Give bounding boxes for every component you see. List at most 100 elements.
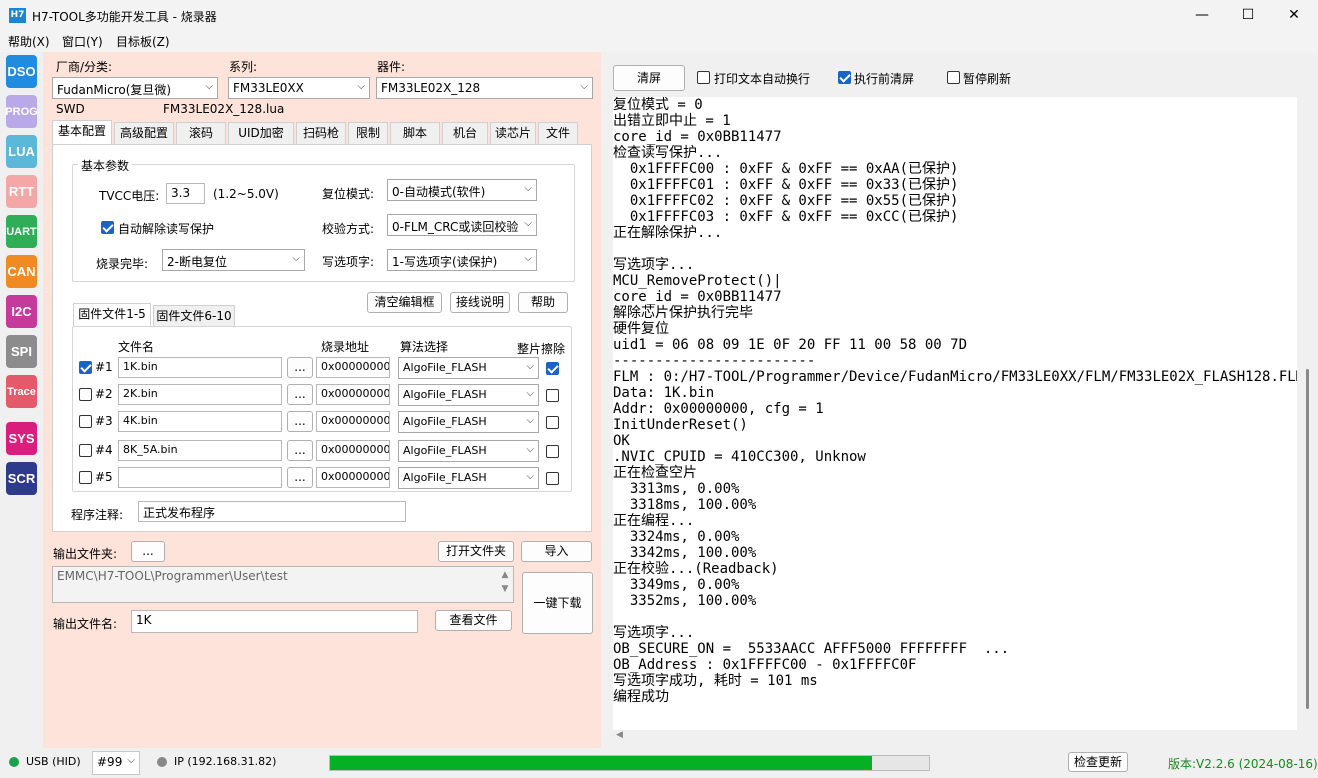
sidebar-i2c-button[interactable]: I2C [6, 295, 37, 328]
tab-scanner[interactable]: 扫码枪 [296, 122, 346, 144]
wiring-button[interactable]: 接线说明 [450, 292, 510, 313]
port-select[interactable]: #99 ⌵ [92, 751, 140, 775]
menu-target[interactable]: 目标板(Z) [116, 33, 170, 50]
file-address-input[interactable]: 0x00000000 [316, 411, 390, 432]
clear-before-checkbox[interactable] [838, 71, 851, 84]
log-hscrollbar[interactable]: ◀ [613, 730, 1297, 743]
algo-select[interactable]: AlgoFile_FLASH ⌵ [398, 467, 539, 489]
chip-erase-checkbox[interactable] [546, 416, 559, 429]
file-name-input[interactable]: 4K.bin [118, 411, 282, 432]
file-name-input[interactable]: 1K.bin [118, 357, 282, 378]
note-input[interactable]: 正式发布程序 [138, 501, 406, 522]
tab-firmware-1-5[interactable]: 固件文件1-5 [73, 303, 151, 327]
sidebar-trace-button[interactable]: Trace [6, 375, 37, 408]
output-folder-browse-button[interactable]: ... [131, 541, 165, 562]
file-name-input[interactable] [118, 467, 282, 488]
algo-select[interactable]: AlgoFile_FLASH ⌵ [398, 411, 539, 433]
file-browse-button[interactable]: ... [287, 357, 313, 378]
file-enable-checkbox[interactable] [79, 471, 92, 484]
file-name-input[interactable]: 2K.bin [118, 384, 282, 405]
sidebar-spi-button[interactable]: SPI [6, 335, 37, 368]
ip-status-dot [157, 757, 167, 767]
help-button[interactable]: 帮助 [518, 292, 568, 313]
chevron-down-icon: ⌵ [526, 444, 534, 455]
clear-screen-button[interactable]: 清屏 [613, 65, 685, 91]
view-file-button[interactable]: 查看文件 [435, 610, 512, 631]
file-browse-button[interactable]: ... [287, 440, 313, 461]
tvcc-input[interactable]: 3.3 [166, 183, 205, 204]
sidebar-can-button[interactable]: CAN [6, 255, 37, 288]
device-select[interactable]: FM33LE02X_128 ⌵ [376, 77, 593, 99]
pause-refresh-checkbox[interactable] [947, 71, 960, 84]
file-enable-checkbox[interactable] [79, 415, 92, 428]
series-select[interactable]: FM33LE0XX ⌵ [228, 77, 370, 99]
log-line: 3324ms, 0.00% [613, 529, 740, 545]
auto-unprotect-checkbox[interactable] [101, 221, 114, 234]
chip-erase-checkbox[interactable] [546, 472, 559, 485]
file-address-input[interactable]: 0x00000000 [316, 384, 390, 405]
tab-file[interactable]: 文件 [538, 122, 578, 144]
close-button[interactable]: ✕ [1271, 0, 1317, 30]
log-output[interactable]: 复位模式 = 0 出错立即中止 = 1 core_id = 0x0BB11477 检查… [613, 97, 1297, 730]
scroll-up-icon[interactable]: ▲ [502, 570, 509, 580]
tab-read-chip[interactable]: 读芯片 [490, 122, 536, 144]
vendor-select[interactable]: FudanMicro(复旦微) ⌵ [52, 77, 218, 99]
log-scroll-thumb[interactable] [1306, 369, 1309, 709]
scroll-left-icon[interactable]: ◀ [616, 730, 623, 740]
sidebar-scr-button[interactable]: SCR [6, 462, 37, 495]
auto-wrap-checkbox[interactable] [697, 71, 710, 84]
sidebar-rtt-button[interactable]: RTT [6, 175, 37, 208]
file-browse-button[interactable]: ... [287, 467, 313, 488]
auto-unprotect-label: 自动解除读写保护 [118, 222, 215, 236]
file-address-input[interactable]: 0x00000000 [316, 467, 390, 488]
tab-limit[interactable]: 限制 [348, 122, 388, 144]
finish-select[interactable]: 2-断电复位 ⌵ [162, 249, 305, 271]
tab-advanced[interactable]: 高级配置 [114, 122, 174, 144]
file-browse-button[interactable]: ... [287, 411, 313, 432]
tab-script[interactable]: 脚本 [390, 122, 440, 144]
menu-window[interactable]: 窗口(Y) [62, 33, 103, 50]
chevron-down-icon: ⌵ [526, 415, 534, 426]
open-folder-button[interactable]: 打开文件夹 [438, 541, 514, 562]
maximize-button[interactable]: ☐ [1225, 0, 1271, 30]
algo-select[interactable]: AlgoFile_FLASH ⌵ [398, 357, 539, 379]
chip-erase-checkbox[interactable] [546, 389, 559, 402]
file-enable-checkbox[interactable] [79, 388, 92, 401]
file-address-input[interactable]: 0x00000000 [316, 440, 390, 461]
file-address-input[interactable]: 0x00000000 [316, 357, 390, 378]
sidebar-sys-button[interactable]: SYS [6, 422, 37, 455]
sidebar-dso-button[interactable]: DSO [6, 55, 37, 88]
tab-uid-encrypt[interactable]: UID加密 [228, 122, 294, 144]
output-filename-input[interactable]: 1K [131, 610, 418, 633]
minimize-button[interactable]: — [1179, 0, 1225, 30]
reset-mode-select[interactable]: 0-自动模式(软件) ⌵ [387, 179, 537, 201]
scroll-down-icon[interactable]: ▼ [502, 584, 509, 594]
import-button[interactable]: 导入 [521, 541, 592, 562]
option-byte-select[interactable]: 1-写选项字(读保护) ⌵ [387, 249, 537, 271]
tab-rolling-code[interactable]: 滚码 [176, 122, 226, 144]
log-line: 硬件复位 [613, 321, 669, 337]
tab-firmware-6-10[interactable]: 固件文件6-10 [153, 305, 235, 327]
sidebar-uart-button[interactable]: UART [6, 215, 37, 248]
chip-erase-checkbox[interactable] [546, 362, 559, 375]
menu-help[interactable]: 帮助(X) [8, 33, 50, 50]
sidebar-lua-button[interactable]: LUA [6, 135, 37, 168]
clear-edit-button[interactable]: 清空编辑框 [367, 292, 442, 313]
output-path-field[interactable]: EMMC\H7-TOOL\Programmer\User\test [52, 566, 514, 603]
one-key-download-button[interactable]: 一键下载 [522, 572, 593, 634]
log-line: OB_Address : 0x1FFFFC00 - 0x1FFFFC0F [613, 657, 917, 673]
file-name-input[interactable]: 8K_5A.bin [118, 440, 282, 461]
check-update-button[interactable]: 检查更新 [1068, 752, 1128, 772]
path-scrollbar[interactable]: ▲ ▼ [498, 568, 512, 601]
chip-erase-checkbox[interactable] [546, 445, 559, 458]
tab-basic[interactable]: 基本配置 [52, 120, 112, 144]
tab-machine[interactable]: 机台 [442, 122, 488, 144]
sidebar-prog-button[interactable]: PROG [5, 95, 38, 128]
file-enable-checkbox[interactable] [79, 361, 92, 374]
log-vscrollbar[interactable] [1303, 97, 1315, 740]
file-browse-button[interactable]: ... [287, 384, 313, 405]
algo-select[interactable]: AlgoFile_FLASH ⌵ [398, 384, 539, 406]
algo-select[interactable]: AlgoFile_FLASH ⌵ [398, 440, 539, 462]
file-enable-checkbox[interactable] [79, 444, 92, 457]
verify-select[interactable]: 0-FLM_CRC或读回校验 ⌵ [387, 214, 537, 236]
